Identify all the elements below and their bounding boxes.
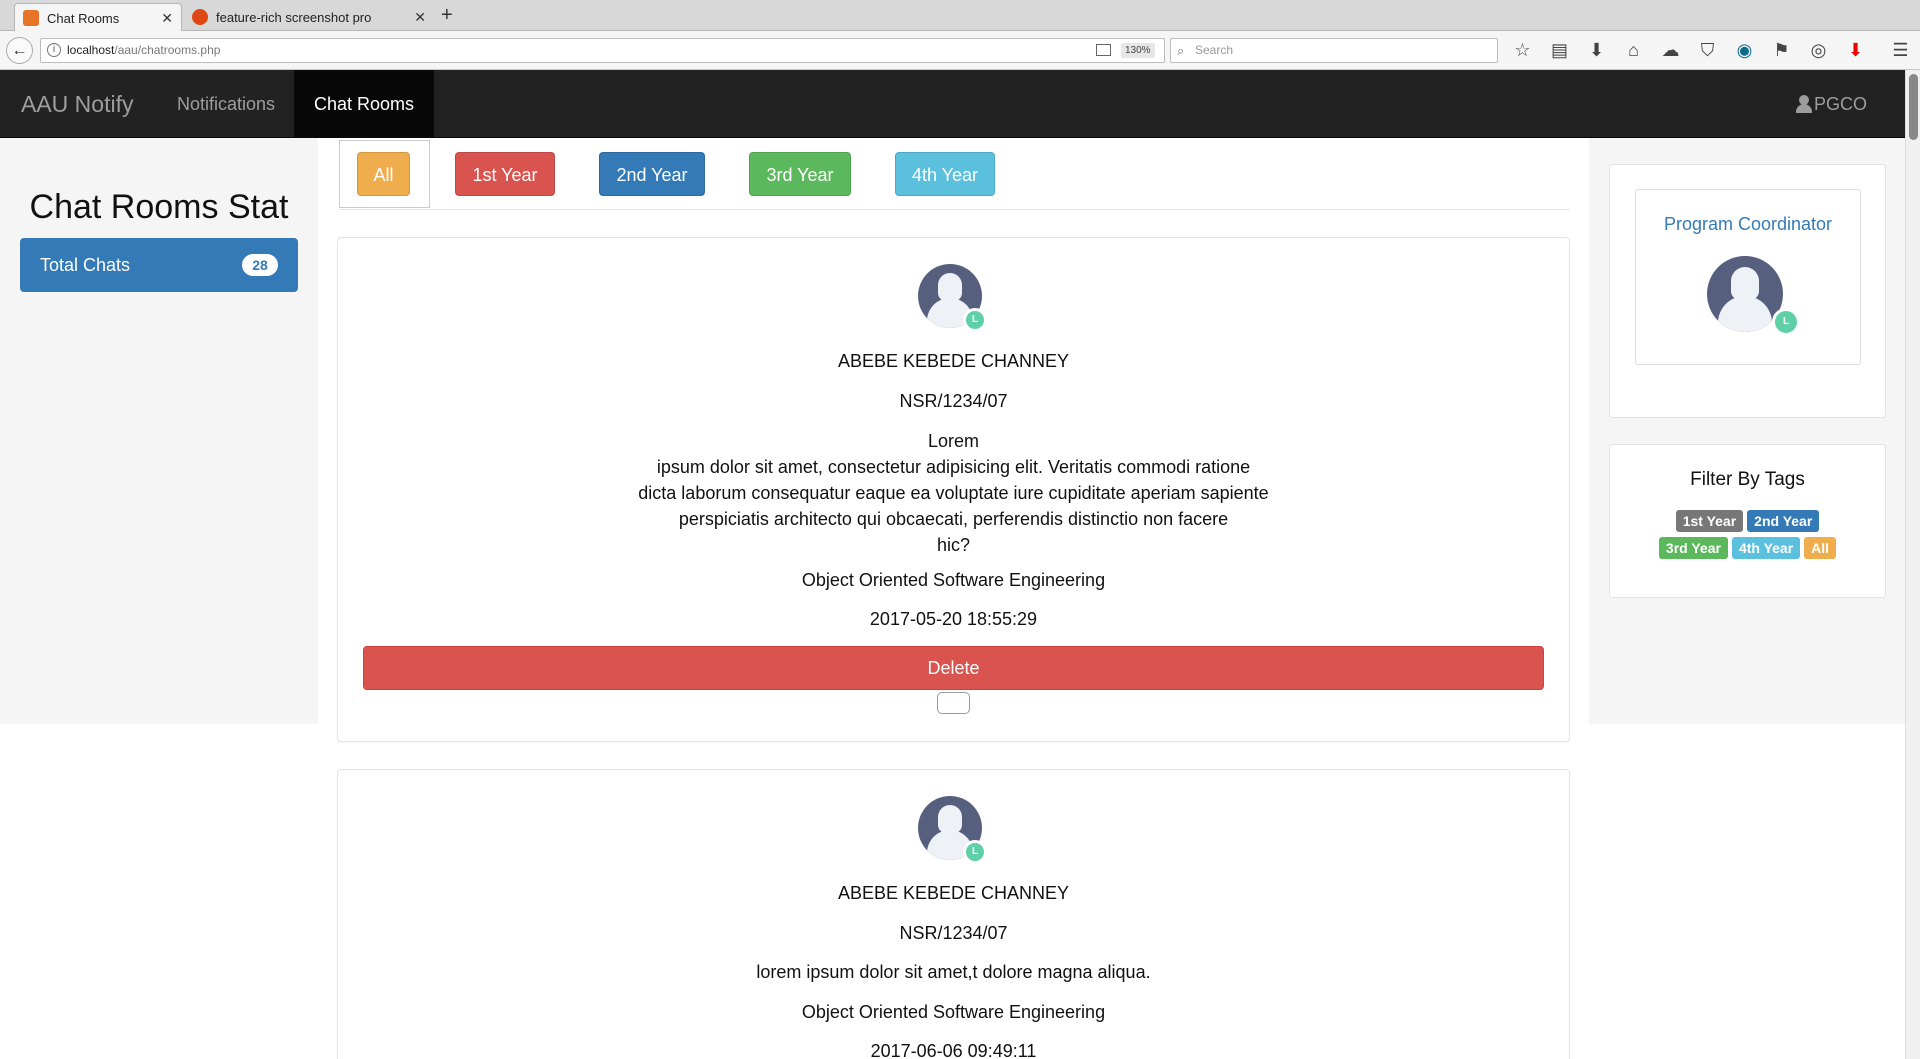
search-icon: ⌕ [1177, 43, 1185, 58]
browser-tab-feature-rich[interactable]: feature-rich screenshot pro ✕ [184, 3, 434, 31]
chat-author-id: NSR/1234/07 [899, 923, 1008, 943]
filter-2nd-year-button[interactable]: 2nd Year [599, 152, 705, 196]
brand-logo[interactable]: AAU Notify [21, 70, 133, 138]
site-info-icon[interactable]: i [47, 43, 61, 57]
right-sidebar: Program Coordinator L Filter By Tags 1st… [1589, 138, 1905, 724]
extension-icon[interactable]: ◉ [1732, 39, 1757, 61]
tag-4th-year[interactable]: 4th Year [1731, 537, 1801, 559]
back-arrow-icon[interactable]: ← [6, 37, 33, 64]
url-host: localhost [67, 43, 115, 57]
message-line: lorem ipsum dolor sit amet,t dolore magn… [756, 962, 1151, 982]
tag-row: 1st Year 2nd Year [1610, 510, 1885, 532]
close-tab-icon[interactable]: ✕ [161, 10, 173, 27]
browser-tab-strip: Chat Rooms ✕ feature-rich screenshot pro… [0, 0, 1920, 32]
search-placeholder: Search [1195, 43, 1234, 57]
scrollbar-thumb[interactable] [1909, 74, 1918, 140]
tab-title: feature-rich screenshot pro [216, 9, 372, 25]
coordinator-title[interactable]: Program Coordinator [1636, 214, 1860, 235]
filter-all-button[interactable]: All [357, 152, 410, 196]
nav-notifications[interactable]: Notifications [157, 70, 295, 138]
chat-author-name: ABEBE KEBEDE CHANNEY [837, 883, 1070, 903]
message-line: Lorem [927, 431, 980, 451]
total-chats-badge: 28 [242, 254, 278, 276]
download-icon[interactable]: ⬇ [1584, 39, 1609, 61]
chat-message: lorem ipsum dolor sit amet,t dolore magn… [338, 959, 1569, 985]
zoom-indicator[interactable]: 130% [1121, 43, 1155, 58]
tag-3rd-year[interactable]: 3rd Year [1658, 537, 1728, 559]
chat-message: Lorem ipsum dolor sit amet, consectetur … [338, 428, 1569, 558]
message-line: perspiciatis architecto qui obcaecati, p… [678, 509, 1229, 529]
chat-course: Object Oriented Software Engineering [801, 570, 1106, 590]
nav-chat-rooms[interactable]: Chat Rooms [294, 70, 435, 138]
tag-all[interactable]: All [1804, 537, 1837, 559]
chat-author-id: NSR/1234/07 [899, 391, 1008, 411]
chat-timestamp: 2017-06-06 09:49:11 [870, 1041, 1037, 1059]
user-menu[interactable]: PGCO [1795, 70, 1867, 138]
extension-flag-icon[interactable]: ⚑ [1769, 39, 1794, 61]
url-path: /aau/chatrooms.php [114, 43, 221, 57]
year-filter-bar: All 1st Year 2nd Year 3rd Year 4th Year [339, 138, 1570, 210]
bookmark-star-icon[interactable]: ☆ [1510, 39, 1535, 61]
collapse-toggle-button[interactable] [937, 692, 970, 714]
hamburger-menu-icon[interactable]: ☰ [1888, 39, 1913, 61]
user-icon [1795, 95, 1812, 113]
coordinator-panel: Program Coordinator L [1609, 164, 1886, 418]
filter-4th-year-button[interactable]: 4th Year [895, 152, 995, 196]
avatar-status-badge-icon: L [1772, 308, 1800, 336]
chat-timestamp: 2017-05-20 18:55:29 [869, 609, 1038, 629]
tag-1st-year[interactable]: 1st Year [1675, 510, 1744, 532]
sync-icon[interactable]: ◎ [1806, 39, 1831, 61]
cloud-icon[interactable]: ☁ [1658, 39, 1683, 61]
chat-card: L ABEBE KEBEDE CHANNEY NSR/1234/07 lorem… [337, 769, 1570, 1059]
message-line: dicta laborum consequatur eaque ea volup… [638, 483, 1269, 503]
xampp-favicon-icon [23, 10, 39, 26]
tag-row: 3rd Year 4th Year All [1610, 537, 1885, 559]
filter-1st-year-button[interactable]: 1st Year [455, 152, 555, 196]
chat-course: Object Oriented Software Engineering [801, 1002, 1106, 1022]
address-bar[interactable]: i localhost/aau/chatrooms.php 130% ↻ [40, 38, 1193, 63]
chat-author-name: ABEBE KEBEDE CHANNEY [837, 351, 1070, 371]
coordinator-card: Program Coordinator L [1635, 189, 1861, 365]
chat-card: L ABEBE KEBEDE CHANNEY NSR/1234/07 Lorem… [337, 237, 1570, 742]
reader-view-icon[interactable] [1096, 44, 1111, 56]
stats-title: Chat Rooms Stat [29, 188, 289, 226]
page-scrollbar[interactable] [1905, 70, 1920, 1059]
tags-title: Filter By Tags [1690, 469, 1805, 490]
user-name: PGCO [1813, 94, 1867, 114]
reading-list-icon[interactable]: ▤ [1547, 39, 1572, 61]
tags-panel: Filter By Tags 1st Year 2nd Year 3rd Yea… [1609, 444, 1886, 598]
message-line: hic? [936, 535, 971, 555]
shield-icon[interactable]: ⛉ [1695, 39, 1720, 61]
stats-sidebar: Chat Rooms Stat Total Chats 28 [0, 138, 318, 724]
filter-3rd-year-button[interactable]: 3rd Year [749, 152, 851, 196]
browser-toolbar: ← i localhost/aau/chatrooms.php 130% ↻ ⌕… [0, 31, 1920, 70]
message-line: ipsum dolor sit amet, consectetur adipis… [656, 457, 1251, 477]
total-chats-label: Total Chats [40, 255, 131, 275]
home-icon[interactable]: ⌂ [1621, 39, 1646, 61]
ubuntu-favicon-icon [192, 9, 208, 25]
delete-button[interactable]: Delete [363, 646, 1544, 690]
tag-2nd-year[interactable]: 2nd Year [1747, 510, 1820, 532]
browser-search-input[interactable]: ⌕ Search [1170, 38, 1498, 63]
avatar-status-badge-icon: L [963, 308, 987, 332]
downloader-icon[interactable]: ⬇ [1843, 39, 1868, 61]
app-navbar: AAU Notify Notifications Chat Rooms PGCO [0, 70, 1905, 138]
total-chats-item[interactable]: Total Chats 28 [20, 238, 298, 292]
tab-title: Chat Rooms [47, 10, 120, 26]
new-tab-icon[interactable]: + [441, 4, 453, 27]
avatar-status-badge-icon: L [963, 840, 987, 864]
browser-tab-chat-rooms[interactable]: Chat Rooms ✕ [14, 3, 182, 32]
toolbar-icons: ☆ ▤ ⬇ ⌂ ☁ ⛉ ◉ ⚑ ◎ ⬇ [1510, 39, 1868, 61]
close-tab-icon[interactable]: ✕ [414, 9, 426, 26]
